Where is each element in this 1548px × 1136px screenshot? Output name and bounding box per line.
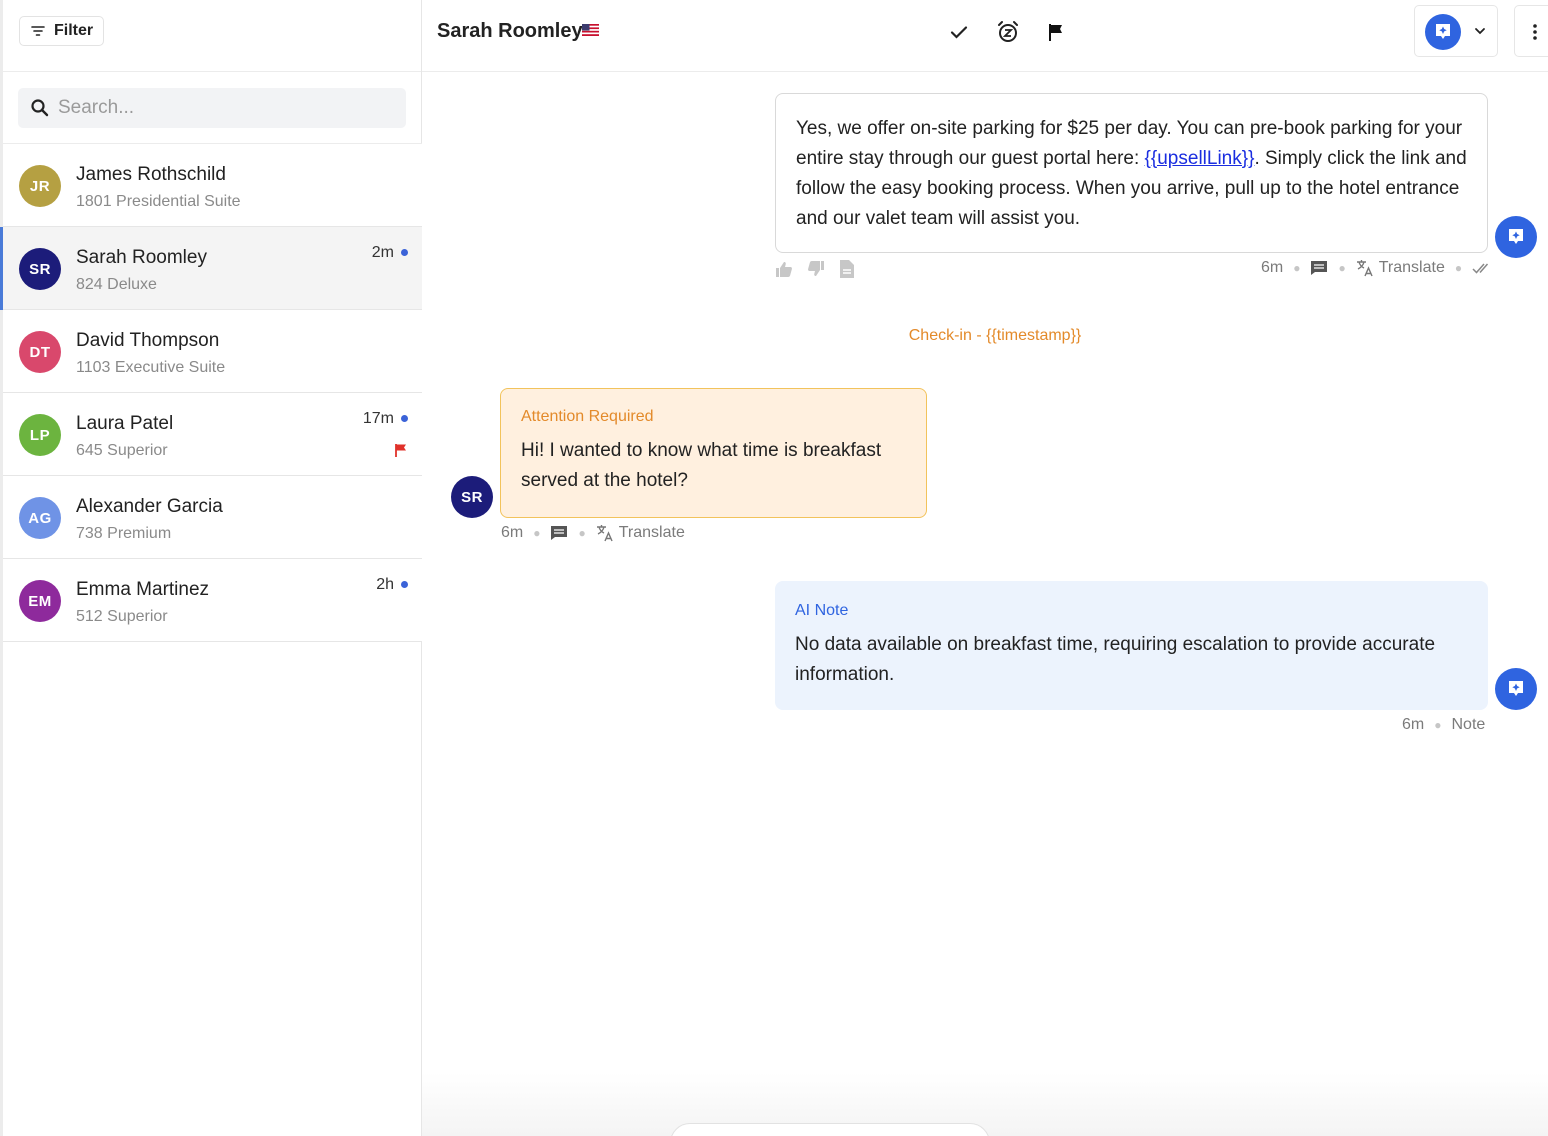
avatar: LP: [19, 414, 61, 456]
message-time: 6m: [501, 524, 524, 541]
last-message-time: 2m: [371, 244, 394, 261]
room-label: 512 Superior: [76, 608, 168, 625]
sidebar-toolbar: Filter: [3, 0, 421, 72]
us-flag-icon: [582, 24, 599, 36]
translate-button[interactable]: Translate: [596, 524, 685, 542]
conversation-item[interactable]: EM Emma Martinez 512 Superior 2h: [3, 559, 422, 642]
unread-indicator: [401, 249, 408, 256]
translate-label: Translate: [618, 524, 685, 541]
resolve-button[interactable]: [946, 19, 972, 45]
conversation-item[interactable]: AG Alexander Garcia 738 Premium: [3, 476, 422, 559]
avatar: AG: [19, 497, 61, 539]
room-label: 1801 Presidential Suite: [76, 193, 241, 210]
note-meta: 6m ● Note: [1402, 716, 1485, 734]
avatar: JR: [19, 165, 61, 207]
search-box: [18, 88, 406, 128]
comment-icon[interactable]: [1310, 260, 1328, 276]
flag-icon: [395, 444, 406, 457]
ai-note-label: AI Note: [795, 602, 849, 619]
assistant-selector[interactable]: [1414, 5, 1498, 57]
attention-label: Attention Required: [521, 408, 654, 425]
conversation-header: Sarah Roomley: [422, 0, 1548, 72]
ai-assistant-avatar: [1495, 668, 1537, 710]
room-label: 738 Premium: [76, 525, 172, 542]
separator-dot: ●: [578, 526, 586, 540]
last-message-time: 17m: [362, 410, 394, 427]
incoming-message: Attention Required Hi! I wanted to know …: [500, 388, 927, 518]
flag-button[interactable]: [1043, 19, 1069, 45]
assistant-button[interactable]: [1425, 14, 1461, 50]
room-label: 824 Deluxe: [76, 276, 157, 293]
conversation-item[interactable]: JR James Rothschild 1801 Presidential Suit…: [3, 144, 422, 227]
conversation-sidebar: Filter JR James Rothschild 1801 Presidenti…: [0, 0, 422, 1136]
guest-name: David Thompson: [76, 330, 220, 351]
message-feedback: [775, 259, 855, 279]
composer-edge[interactable]: [670, 1123, 990, 1136]
unread-indicator: [401, 581, 408, 588]
guest-name: Alexander Garcia: [76, 496, 223, 517]
conversation-item[interactable]: SR Sarah Roomley 824 Deluxe 2m: [0, 227, 422, 310]
conversation-item[interactable]: LP Laura Patel 645 Superior 17m: [3, 393, 422, 476]
composer-fade: [422, 1073, 1548, 1136]
incoming-text: Hi! I wanted to know what time is breakf…: [521, 440, 882, 491]
message-time: 6m: [1261, 259, 1284, 276]
more-vertical-icon: [1533, 24, 1537, 40]
separator-dot: ●: [1454, 261, 1463, 275]
upsell-link[interactable]: {{upsellLink}}: [1145, 148, 1255, 169]
conversation-item[interactable]: DT David Thompson 1103 Executive Suite: [3, 310, 422, 393]
guest-name: Laura Patel: [76, 413, 174, 434]
check-in-divider: Check-in - {{timestamp}}: [908, 327, 1082, 344]
translate-button[interactable]: Translate: [1356, 259, 1445, 277]
unread-indicator: [401, 415, 408, 422]
snooze-icon: [998, 21, 1018, 42]
chat-thread: Yes, we offer on-site parking for $25 pe…: [422, 73, 1548, 1136]
flag-icon: [1049, 24, 1062, 41]
assistant-icon: [1509, 229, 1523, 244]
message-time: 6m: [1402, 716, 1425, 733]
guest-name: James Rothschild: [76, 164, 226, 185]
filter-icon: [31, 26, 45, 36]
conversation-list: JR James Rothschild 1801 Presidential Suit…: [0, 143, 422, 642]
avatar: EM: [19, 580, 61, 622]
filter-label: Filter: [54, 22, 94, 39]
filter-button[interactable]: Filter: [19, 16, 105, 46]
assistant-icon: [1436, 24, 1450, 39]
guest-avatar: SR: [451, 476, 493, 518]
outgoing-message: Yes, we offer on-site parking for $25 pe…: [775, 93, 1488, 253]
separator-dot: ●: [1293, 261, 1301, 275]
guest-name: Sarah Roomley: [437, 20, 583, 42]
more-options-button[interactable]: [1514, 5, 1548, 57]
chevron-down-icon[interactable]: [1471, 22, 1489, 40]
ai-assistant-avatar: [1495, 216, 1537, 258]
search-input[interactable]: [58, 97, 388, 119]
room-label: 1103 Executive Suite: [76, 359, 226, 376]
search-icon: [31, 99, 49, 117]
translate-label: Translate: [1378, 259, 1445, 276]
separator-dot: ●: [533, 526, 541, 540]
ai-note-message: AI Note No data available on breakfast t…: [775, 581, 1488, 710]
thumbs-down-icon[interactable]: [807, 260, 825, 278]
translate-icon: [596, 525, 613, 542]
guest-name: Sarah Roomley: [76, 247, 207, 268]
incoming-meta: 6m ● ● Translate: [501, 524, 685, 542]
last-message-time: 2h: [376, 576, 394, 593]
separator-dot: ●: [1434, 718, 1442, 732]
assistant-icon: [1509, 681, 1523, 696]
outgoing-meta: 6m ● ● Translate ●: [1261, 259, 1492, 277]
separator-dot: ●: [1338, 261, 1346, 275]
room-label: 645 Superior: [76, 442, 168, 459]
document-icon[interactable]: [839, 259, 855, 279]
avatar: DT: [19, 331, 61, 373]
avatar: SR: [19, 248, 61, 290]
double-check-icon: [1472, 263, 1489, 274]
note-type-label: Note: [1451, 716, 1486, 733]
check-icon: [950, 26, 968, 39]
translate-icon: [1356, 260, 1373, 277]
snooze-button[interactable]: [995, 19, 1021, 45]
guest-name: Emma Martinez: [76, 579, 210, 600]
ai-note-text: No data available on breakfast time, req…: [795, 634, 1436, 685]
thumbs-up-icon[interactable]: [775, 260, 793, 278]
comment-icon[interactable]: [550, 525, 568, 541]
